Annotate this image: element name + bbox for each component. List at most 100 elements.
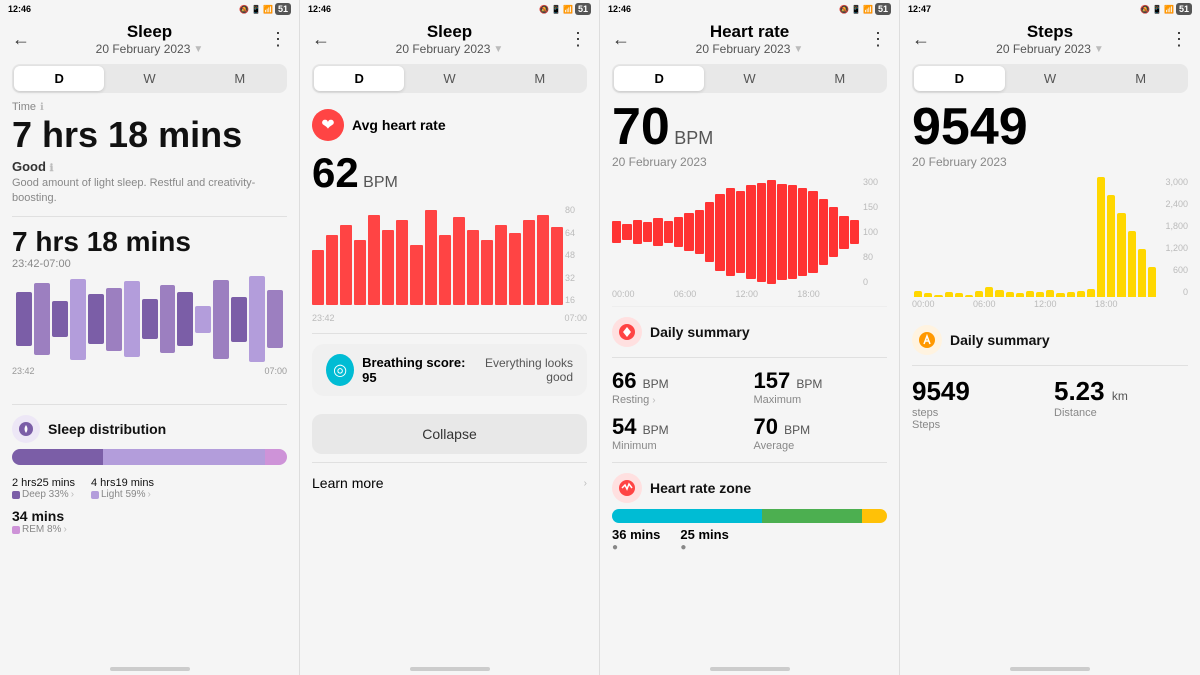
home-indicator-2 [410,667,490,671]
header-date-1[interactable]: 20 February 2023 ▼ [30,42,269,56]
tab-bar-4: D W M [912,64,1188,93]
more-button-1[interactable]: ⋮ [269,29,287,50]
header-4: ← Steps 20 February 2023 ▼ ⋮ [900,18,1200,64]
sleep-dist-row: Sleep distribution [12,415,287,443]
hr-zone-icon [612,473,642,503]
sleep-dist-title: Sleep distribution [48,421,166,437]
bottom-bar-4 [900,651,1200,675]
steps-y-axis: 3,000 2,400 1,800 1,200 600 0 [1160,177,1188,297]
status-icons-3: 🔕📱📶 51 [839,3,891,15]
breathing-row: ◎ Breathing score: 95 Everything looks g… [312,344,587,396]
status-bar-3: 12:46 🔕📱📶 51 [600,0,899,18]
heart-rate-panel: 12:46 🔕📱📶 51 ← Heart rate 20 February 20… [600,0,900,675]
hr-zone-title: Heart rate zone [650,480,751,496]
status-icons-1: 🔕📱📶 51 [239,3,291,15]
tab-w-1[interactable]: W [104,66,194,91]
header-date-3[interactable]: 20 February 2023 ▼ [630,42,869,56]
status-bar-4: 12:47 🔕📱📶 51 [900,0,1200,18]
tab-d-4[interactable]: D [914,66,1005,91]
steps-distance: 5.23 km Distance [1054,376,1188,431]
steps-content: 9549 20 February 2023 3,000 2,400 1,800 … [900,101,1200,651]
status-time-1: 12:46 [8,4,31,14]
more-button-3[interactable]: ⋮ [869,29,887,50]
sleep-time-value: 7 hrs 18 mins [12,115,287,155]
sleep-chart-labels: 23:42 07:00 [12,366,287,376]
tab-w-4[interactable]: W [1005,66,1096,91]
status-time-3: 12:46 [608,4,631,14]
more-button-4[interactable]: ⋮ [1170,29,1188,50]
hr-zone-bar [612,509,887,523]
back-button-2[interactable]: ← [312,29,330,50]
hr-x-axis: 00:0006:0012:0018:00 [612,289,887,299]
header-1: ← Sleep 20 February 2023 ▼ ⋮ [0,18,299,64]
back-button-1[interactable]: ← [12,29,30,50]
zone-stat-2: 25 mins ● [680,527,728,553]
home-indicator-3 [710,667,790,671]
bottom-bar-1 [0,651,299,675]
tab-m-1[interactable]: M [195,66,285,91]
page-title-3: Heart rate [630,22,869,42]
heart-avg-content: ❤ Avg heart rate 62 BPM [300,101,599,651]
breathing-icon: ◎ [326,354,354,386]
tab-m-3[interactable]: M [795,66,885,91]
resting-hr: 66 BPM Resting › [612,368,746,406]
status-bar-2: 12:46 🔕📱📶 51 [300,0,599,18]
status-icons-4: 🔕📱📶 51 [1140,3,1192,15]
steps-chart: 3,000 2,400 1,800 1,200 600 0 [912,177,1188,317]
steps-daily-summary-row: Daily summary [912,325,1188,355]
heart-rate-content: 70 BPM 20 February 2023 300 150 100 80 0 [600,101,899,651]
header-date-4[interactable]: 20 February 2023 ▼ [930,42,1170,56]
tab-w-2[interactable]: W [404,66,494,91]
status-time-2: 12:46 [308,4,331,14]
steps-summary-grid: 9549 steps Steps 5.23 km Distance [912,376,1188,431]
light-sleep-stat: 4 hrs19 mins Light 59% › [91,473,154,500]
page-title-2: Sleep [330,22,569,42]
tab-d-2[interactable]: D [314,66,404,91]
page-title-4: Steps [930,22,1170,42]
tab-d-1[interactable]: D [14,66,104,91]
hr-main-date: 20 February 2023 [612,155,887,169]
status-bar-1: 12:46 🔕📱📶 51 [0,0,299,18]
back-button-3[interactable]: ← [612,29,630,50]
max-hr: 157 BPM Maximum [754,368,888,406]
back-button-4[interactable]: ← [912,29,930,50]
daily-summary-title: Daily summary [650,324,750,340]
rem-stat: 34 mins REM 8% › [12,508,287,535]
daily-summary-row: Daily summary [612,317,887,347]
page-title-1: Sleep [30,22,269,42]
heart-avg-panel: 12:46 🔕📱📶 51 ← Sleep 20 February 2023 ▼ … [300,0,600,675]
tab-w-3[interactable]: W [704,66,794,91]
sleep-dist-bar [12,449,287,465]
hr-x-labels: 23:42 07:00 [312,313,587,323]
tab-d-3[interactable]: D [614,66,704,91]
tab-m-2[interactable]: M [495,66,585,91]
zone-stats: 36 mins ● 25 mins ● [612,527,887,553]
time-label: Time ℹ [12,101,287,113]
header-2: ← Sleep 20 February 2023 ▼ ⋮ [300,18,599,64]
daily-summary-icon [612,317,642,347]
collapse-button[interactable]: Collapse [312,414,587,454]
avg-hr-row: ❤ Avg heart rate [312,109,587,141]
home-indicator-1 [110,667,190,671]
hr-detail-bars [612,177,887,287]
tab-bar-2: D W M [312,64,587,93]
steps-count: 9549 steps Steps [912,376,1046,431]
header-date-2[interactable]: 20 February 2023 ▼ [330,42,569,56]
avg-hr-label: Avg heart rate [352,117,446,133]
hr-y-axis: 300 150 100 80 0 [863,177,887,287]
bottom-bar-3 [600,651,899,675]
sleep-stats: 2 hrs25 mins Deep 33% › 4 hrs19 mins Lig… [12,473,287,500]
sleep-quality-desc: Good amount of light sleep. Restful and … [12,176,287,207]
deep-sleep-stat: 2 hrs25 mins Deep 33% › [12,473,75,500]
tab-bar-1: D W M [12,64,287,93]
sleep-content: Time ℹ 7 hrs 18 mins Good ℹ Good amount … [0,101,299,651]
tab-m-4[interactable]: M [1095,66,1186,91]
more-button-2[interactable]: ⋮ [569,29,587,50]
avg-hr: 70 BPM Average [754,414,888,452]
learn-more-row[interactable]: Learn more › [312,462,587,503]
sleep-chart: 23:42 07:00 [12,274,287,394]
hr-zone-row: Heart rate zone [612,473,887,503]
breathing-status: Everything looks good [469,356,573,384]
heart-summary-grid: 66 BPM Resting › 157 BPM Maximum 54 BPM … [612,368,887,452]
avg-hr-icon: ❤ [312,109,344,141]
